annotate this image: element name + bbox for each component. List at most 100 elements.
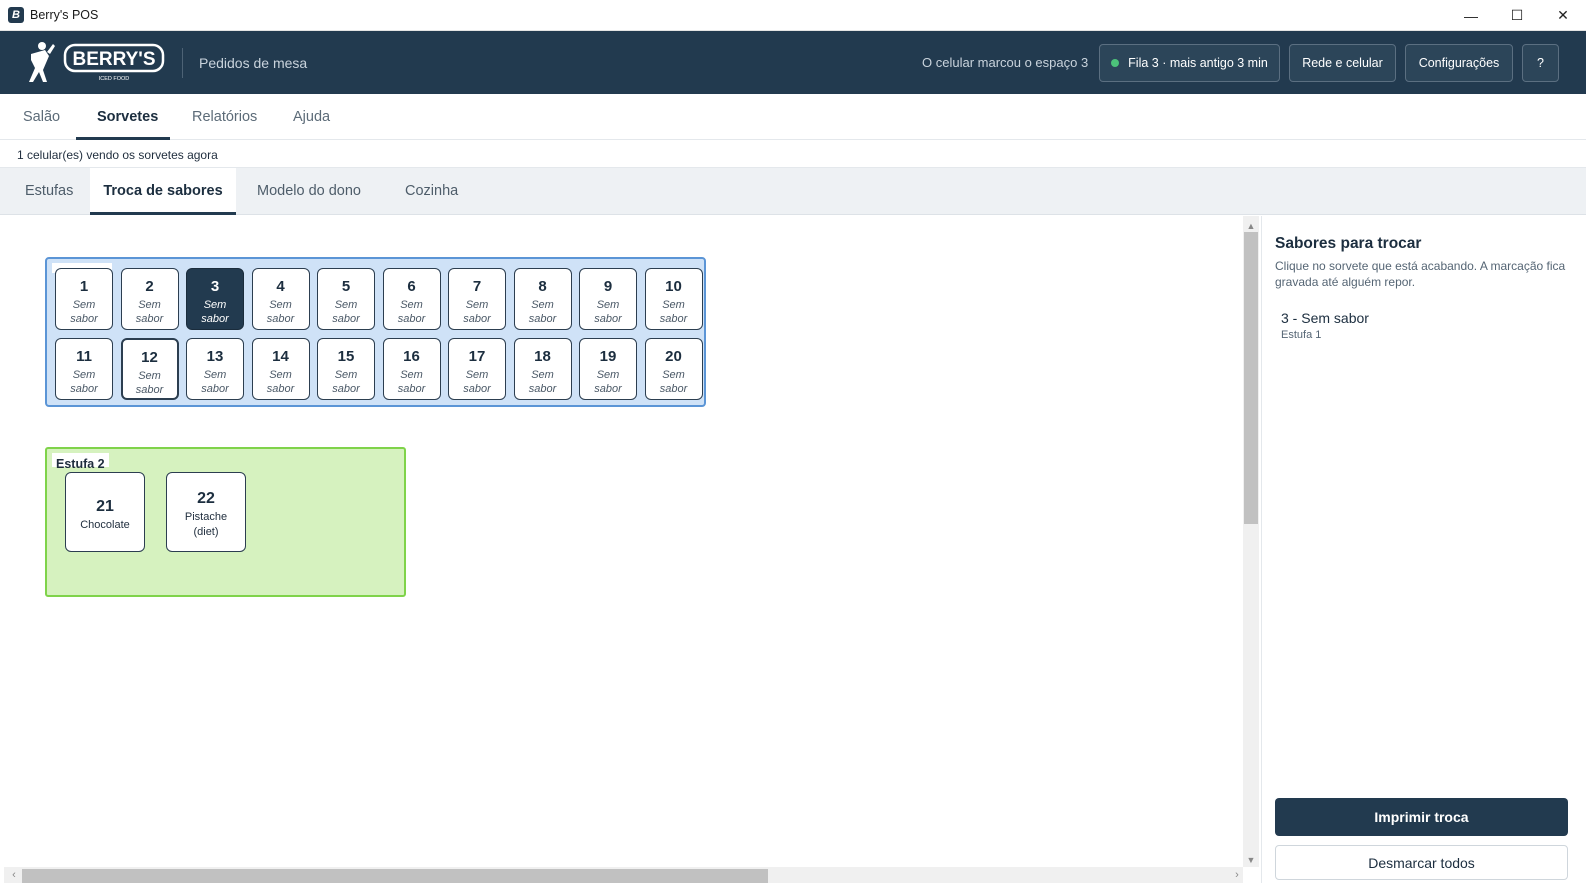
scroll-up-icon[interactable]: ▲ <box>1243 218 1259 234</box>
slot-4[interactable]: 4 Sem sabor <box>251 268 310 330</box>
slot-flavor: sabor <box>201 382 229 395</box>
slot-flavor: Sem <box>596 299 620 311</box>
slot-number: 3 <box>210 278 220 295</box>
slot-flavor: sabor <box>70 313 98 325</box>
slot-flavor: Pistache <box>184 511 228 523</box>
slot-number: 14 <box>272 347 289 365</box>
slot-flavor: sabor <box>659 382 688 395</box>
window-title: Berry's POS <box>30 8 99 22</box>
scroll-down-icon[interactable]: ▼ <box>1243 852 1259 868</box>
vertical-scrollbar-thumb[interactable] <box>1244 232 1258 524</box>
berrys-logo: BERRY'S ICED FOOD <box>29 42 165 82</box>
print-swap-button[interactable]: Imprimir troca <box>1275 798 1568 836</box>
slot-13[interactable]: 13 Sem sabor <box>186 337 244 400</box>
header-divider <box>182 48 183 78</box>
slot-flavor: sabor <box>135 383 164 396</box>
slot-1[interactable]: 1 Sem sabor <box>55 268 113 330</box>
slot-flavor: Sem <box>269 368 292 381</box>
slot-18[interactable]: 18 Sem sabor <box>513 337 572 400</box>
slot-number: 13 <box>206 347 224 365</box>
slot-6[interactable]: 6 Sem sabor <box>382 268 441 330</box>
swap-item-title[interactable]: 3 - Sem sabor <box>1281 310 1369 326</box>
slot-20[interactable]: 20 Sem sabor <box>644 337 703 400</box>
slot-12[interactable]: 12 Sem sabor <box>120 337 179 400</box>
slot-flavor: Sem <box>465 299 489 311</box>
slot-number: 10 <box>665 278 682 295</box>
app-icon: B <box>8 7 24 23</box>
slot-2[interactable]: 2 Sem sabor <box>120 268 179 330</box>
slot-15[interactable]: 15 Sem sabor <box>317 337 375 400</box>
logo-subtext: ICED FOOD <box>99 76 130 82</box>
slot-number: 6 <box>407 278 416 295</box>
slot-flavor: sabor <box>659 313 688 325</box>
slot-5[interactable]: 5 Sem sabor <box>317 268 375 330</box>
slot-number: 12 <box>141 348 158 366</box>
slot-number: 7 <box>472 278 482 295</box>
slot-19[interactable]: 19 Sem sabor <box>579 337 637 400</box>
subtab-troca-de-sabores[interactable]: Troca de sabores <box>90 168 236 214</box>
slot-flavor: sabor <box>266 313 295 325</box>
slot-3[interactable]: 3 Sem sabor <box>186 268 244 330</box>
window-titlebar: B Berry's POS — ☐ ✕ <box>0 0 1586 31</box>
slot-number: 4 <box>276 278 285 295</box>
slot-flavor: Sem <box>138 369 161 382</box>
close-icon[interactable]: ✕ <box>1540 0 1586 31</box>
active-subtab-indicator <box>90 212 236 215</box>
main-tabs: Salão Sorvetes Relatórios Ajuda <box>0 94 1586 140</box>
slot-flavor: sabor <box>463 382 491 395</box>
slot-flavor: Sem <box>203 368 227 381</box>
slot-flavor: sabor <box>266 382 295 395</box>
horizontal-scrollbar-thumb[interactable] <box>22 869 768 883</box>
slot-17[interactable]: 17 Sem sabor <box>448 337 506 400</box>
slot-number: 8 <box>538 278 547 295</box>
slot-flavor: Sem <box>269 299 292 311</box>
tab-sorvetes[interactable]: Sorvetes <box>97 94 158 140</box>
tab-ajuda[interactable]: Ajuda <box>293 94 330 140</box>
slot-flavor: Sem <box>334 299 358 311</box>
maximize-icon[interactable]: ☐ <box>1494 0 1540 31</box>
slot-22[interactable]: 22 Pistache (diet) <box>166 472 246 552</box>
slot-9[interactable]: 9 Sem sabor <box>579 268 637 330</box>
slot-number: 20 <box>665 347 682 365</box>
slot-11[interactable]: 11 Sem sabor <box>55 337 113 400</box>
slot-number: 5 <box>341 278 351 295</box>
tab-salao[interactable]: Salão <box>23 94 60 140</box>
slot-flavor: Sem <box>531 368 554 381</box>
scroll-right-icon[interactable]: › <box>1229 867 1245 883</box>
slot-flavor: sabor <box>594 313 622 325</box>
header-subtitle: Pedidos de mesa <box>199 55 308 71</box>
subtab-estufas[interactable]: Estufas <box>0 168 90 214</box>
queue-button-label: Fila 3 · mais antigo 3 min <box>1128 56 1268 70</box>
slot-flavor: sabor <box>397 382 426 395</box>
slot-16[interactable]: 16 Sem sabor <box>382 337 441 400</box>
tab-relatorios[interactable]: Relatórios <box>192 94 257 140</box>
slot-8[interactable]: 8 Sem sabor <box>513 268 572 330</box>
unmark-all-button[interactable]: Desmarcar todos <box>1275 845 1568 880</box>
minimize-icon[interactable]: — <box>1448 0 1494 31</box>
slot-flavor: sabor <box>70 382 98 395</box>
slot-flavor: sabor <box>594 382 622 395</box>
subtab-modelo-do-dono[interactable]: Modelo do dono <box>257 168 361 214</box>
slot-flavor-extra: (diet) <box>193 526 219 538</box>
queue-button[interactable]: Fila 3 · mais antigo 3 min <box>1099 44 1280 82</box>
slot-flavor: Sem <box>138 299 161 311</box>
slot-10[interactable]: 10 Sem sabor <box>644 268 703 330</box>
slot-number: 11 <box>76 347 92 365</box>
slot-21[interactable]: 21 Chocolate <box>65 472 145 552</box>
scroll-left-icon[interactable]: ‹ <box>6 867 22 883</box>
panel-description: Clique no sorvete que está acabando. A m… <box>1275 259 1566 289</box>
slot-flavor: sabor <box>135 313 164 325</box>
help-button[interactable]: ? <box>1522 44 1559 82</box>
swap-item-subtitle: Estufa 1 <box>1281 329 1322 341</box>
slot-flavor: Sem <box>334 368 358 381</box>
slot-flavor: Sem <box>596 368 620 381</box>
network-button[interactable]: Rede e celular <box>1289 44 1396 82</box>
slot-number: 2 <box>145 278 154 295</box>
slot-flavor: Chocolate <box>80 519 130 531</box>
settings-button[interactable]: Configurações <box>1405 44 1513 82</box>
slot-14[interactable]: 14 Sem sabor <box>251 337 310 400</box>
subtab-cozinha[interactable]: Cozinha <box>405 168 458 214</box>
slot-7[interactable]: 7 Sem sabor <box>448 268 506 330</box>
slot-flavor: Sem <box>72 368 96 381</box>
sub-tabs: Estufas Troca de sabores Modelo do dono … <box>0 168 1586 215</box>
